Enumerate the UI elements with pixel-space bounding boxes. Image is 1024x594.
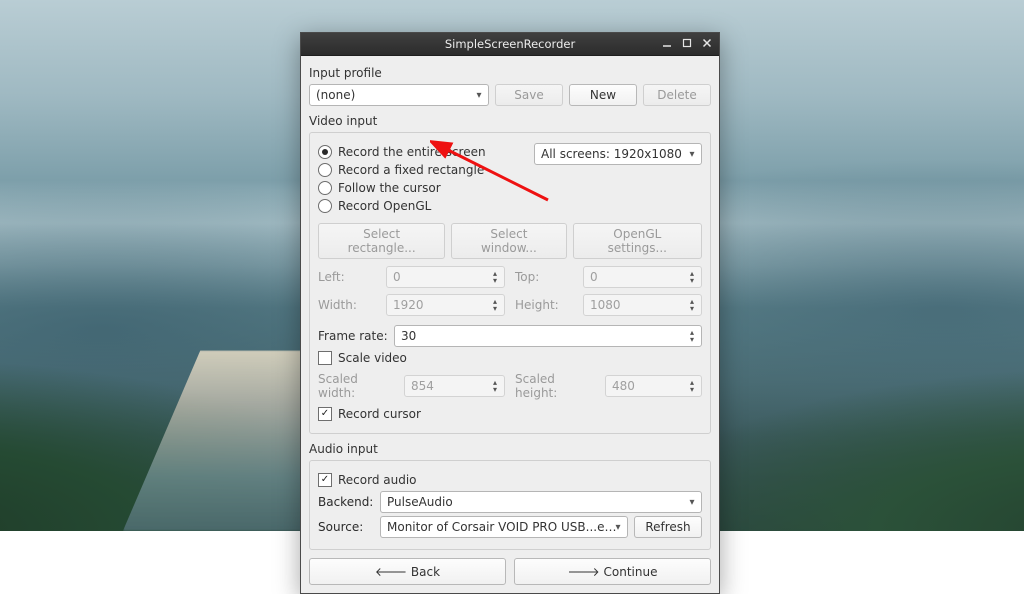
close-button[interactable] <box>699 35 715 51</box>
audio-input-group: Record audio Backend: PulseAudio Source:… <box>309 460 711 550</box>
app-window: SimpleScreenRecorder Input profile (none… <box>300 32 720 594</box>
continue-button[interactable]: 🡒 Continue <box>514 558 711 585</box>
record-cursor-label: Record cursor <box>338 407 421 421</box>
source-label: Source: <box>318 520 374 534</box>
scaled-width-label: Scaled width: <box>318 372 398 400</box>
spin-icon <box>488 296 502 314</box>
profile-delete-button[interactable]: Delete <box>643 84 711 106</box>
scale-video-label: Scale video <box>338 351 407 365</box>
radio-entire-screen[interactable]: Record the entire screen <box>318 145 520 159</box>
screen-selector-combo[interactable]: All screens: 1920x1080 <box>534 143 702 165</box>
backend-label: Backend: <box>318 495 374 509</box>
radio-dot-icon <box>318 199 332 213</box>
frame-rate-label: Frame rate: <box>318 329 388 343</box>
profile-save-button[interactable]: Save <box>495 84 563 106</box>
left-value: 0 <box>393 270 401 284</box>
window-title: SimpleScreenRecorder <box>445 37 575 51</box>
select-rectangle-button[interactable]: Select rectangle... <box>318 223 445 259</box>
refresh-button[interactable]: Refresh <box>634 516 702 538</box>
radio-dot-icon <box>318 145 332 159</box>
height-value: 1080 <box>590 298 621 312</box>
spin-icon <box>685 377 699 395</box>
chevron-down-icon <box>611 518 625 536</box>
maximize-button[interactable] <box>679 35 695 51</box>
radio-fixed-rectangle-label: Record a fixed rectangle <box>338 163 484 177</box>
radio-dot-icon <box>318 181 332 195</box>
chevron-down-icon <box>685 145 699 163</box>
scaled-width-input: 854 <box>404 375 505 397</box>
spin-icon <box>488 377 502 395</box>
back-button[interactable]: 🡐 Back <box>309 558 506 585</box>
scale-video-checkbox[interactable]: Scale video <box>318 351 702 365</box>
select-window-button[interactable]: Select window... <box>451 223 566 259</box>
radio-opengl[interactable]: Record OpenGL <box>318 199 520 213</box>
arrow-right-icon: 🡒 <box>568 565 604 579</box>
checkbox-icon <box>318 351 332 365</box>
left-input: 0 <box>386 266 505 288</box>
scaled-height-label: Scaled height: <box>515 372 599 400</box>
top-label: Top: <box>515 270 577 284</box>
screen-selector-value: All screens: 1920x1080 <box>541 147 682 161</box>
record-cursor-checkbox[interactable]: Record cursor <box>318 407 702 421</box>
video-input-group: Record the entire screen Record a fixed … <box>309 132 711 434</box>
window-controls <box>659 35 715 51</box>
input-profile-label: Input profile <box>309 66 711 80</box>
video-input-label: Video input <box>309 114 711 128</box>
radio-follow-cursor[interactable]: Follow the cursor <box>318 181 520 195</box>
minimize-button[interactable] <box>659 35 675 51</box>
radio-fixed-rectangle[interactable]: Record a fixed rectangle <box>318 163 520 177</box>
spin-icon <box>685 296 699 314</box>
width-label: Width: <box>318 298 380 312</box>
width-value: 1920 <box>393 298 424 312</box>
scaled-height-value: 480 <box>612 379 635 393</box>
opengl-settings-button[interactable]: OpenGL settings... <box>573 223 702 259</box>
continue-label: Continue <box>604 565 658 579</box>
radio-opengl-label: Record OpenGL <box>338 199 431 213</box>
radio-follow-cursor-label: Follow the cursor <box>338 181 441 195</box>
top-value: 0 <box>590 270 598 284</box>
arrow-left-icon: 🡐 <box>375 565 411 579</box>
source-value: Monitor of Corsair VOID PRO USB...eadset… <box>387 520 623 534</box>
frame-rate-value: 30 <box>401 329 416 343</box>
radio-entire-screen-label: Record the entire screen <box>338 145 486 159</box>
scaled-width-value: 854 <box>411 379 434 393</box>
input-profile-value: (none) <box>316 88 355 102</box>
backend-value: PulseAudio <box>387 495 453 509</box>
width-input: 1920 <box>386 294 505 316</box>
scaled-height-input: 480 <box>605 375 702 397</box>
checkbox-icon <box>318 407 332 421</box>
titlebar[interactable]: SimpleScreenRecorder <box>301 33 719 56</box>
input-profile-combo[interactable]: (none) <box>309 84 489 106</box>
left-label: Left: <box>318 270 380 284</box>
top-input: 0 <box>583 266 702 288</box>
height-label: Height: <box>515 298 577 312</box>
source-combo[interactable]: Monitor of Corsair VOID PRO USB...eadset… <box>380 516 628 538</box>
profile-new-button[interactable]: New <box>569 84 637 106</box>
frame-rate-input[interactable]: 30 <box>394 325 702 347</box>
backend-combo[interactable]: PulseAudio <box>380 491 702 513</box>
spin-icon <box>685 268 699 286</box>
spin-icon <box>685 327 699 345</box>
record-audio-label: Record audio <box>338 473 417 487</box>
chevron-down-icon <box>472 86 486 104</box>
radio-dot-icon <box>318 163 332 177</box>
record-audio-checkbox[interactable]: Record audio <box>318 473 702 487</box>
spin-icon <box>488 268 502 286</box>
checkbox-icon <box>318 473 332 487</box>
chevron-down-icon <box>685 493 699 511</box>
back-label: Back <box>411 565 440 579</box>
height-input: 1080 <box>583 294 702 316</box>
audio-input-label: Audio input <box>309 442 711 456</box>
